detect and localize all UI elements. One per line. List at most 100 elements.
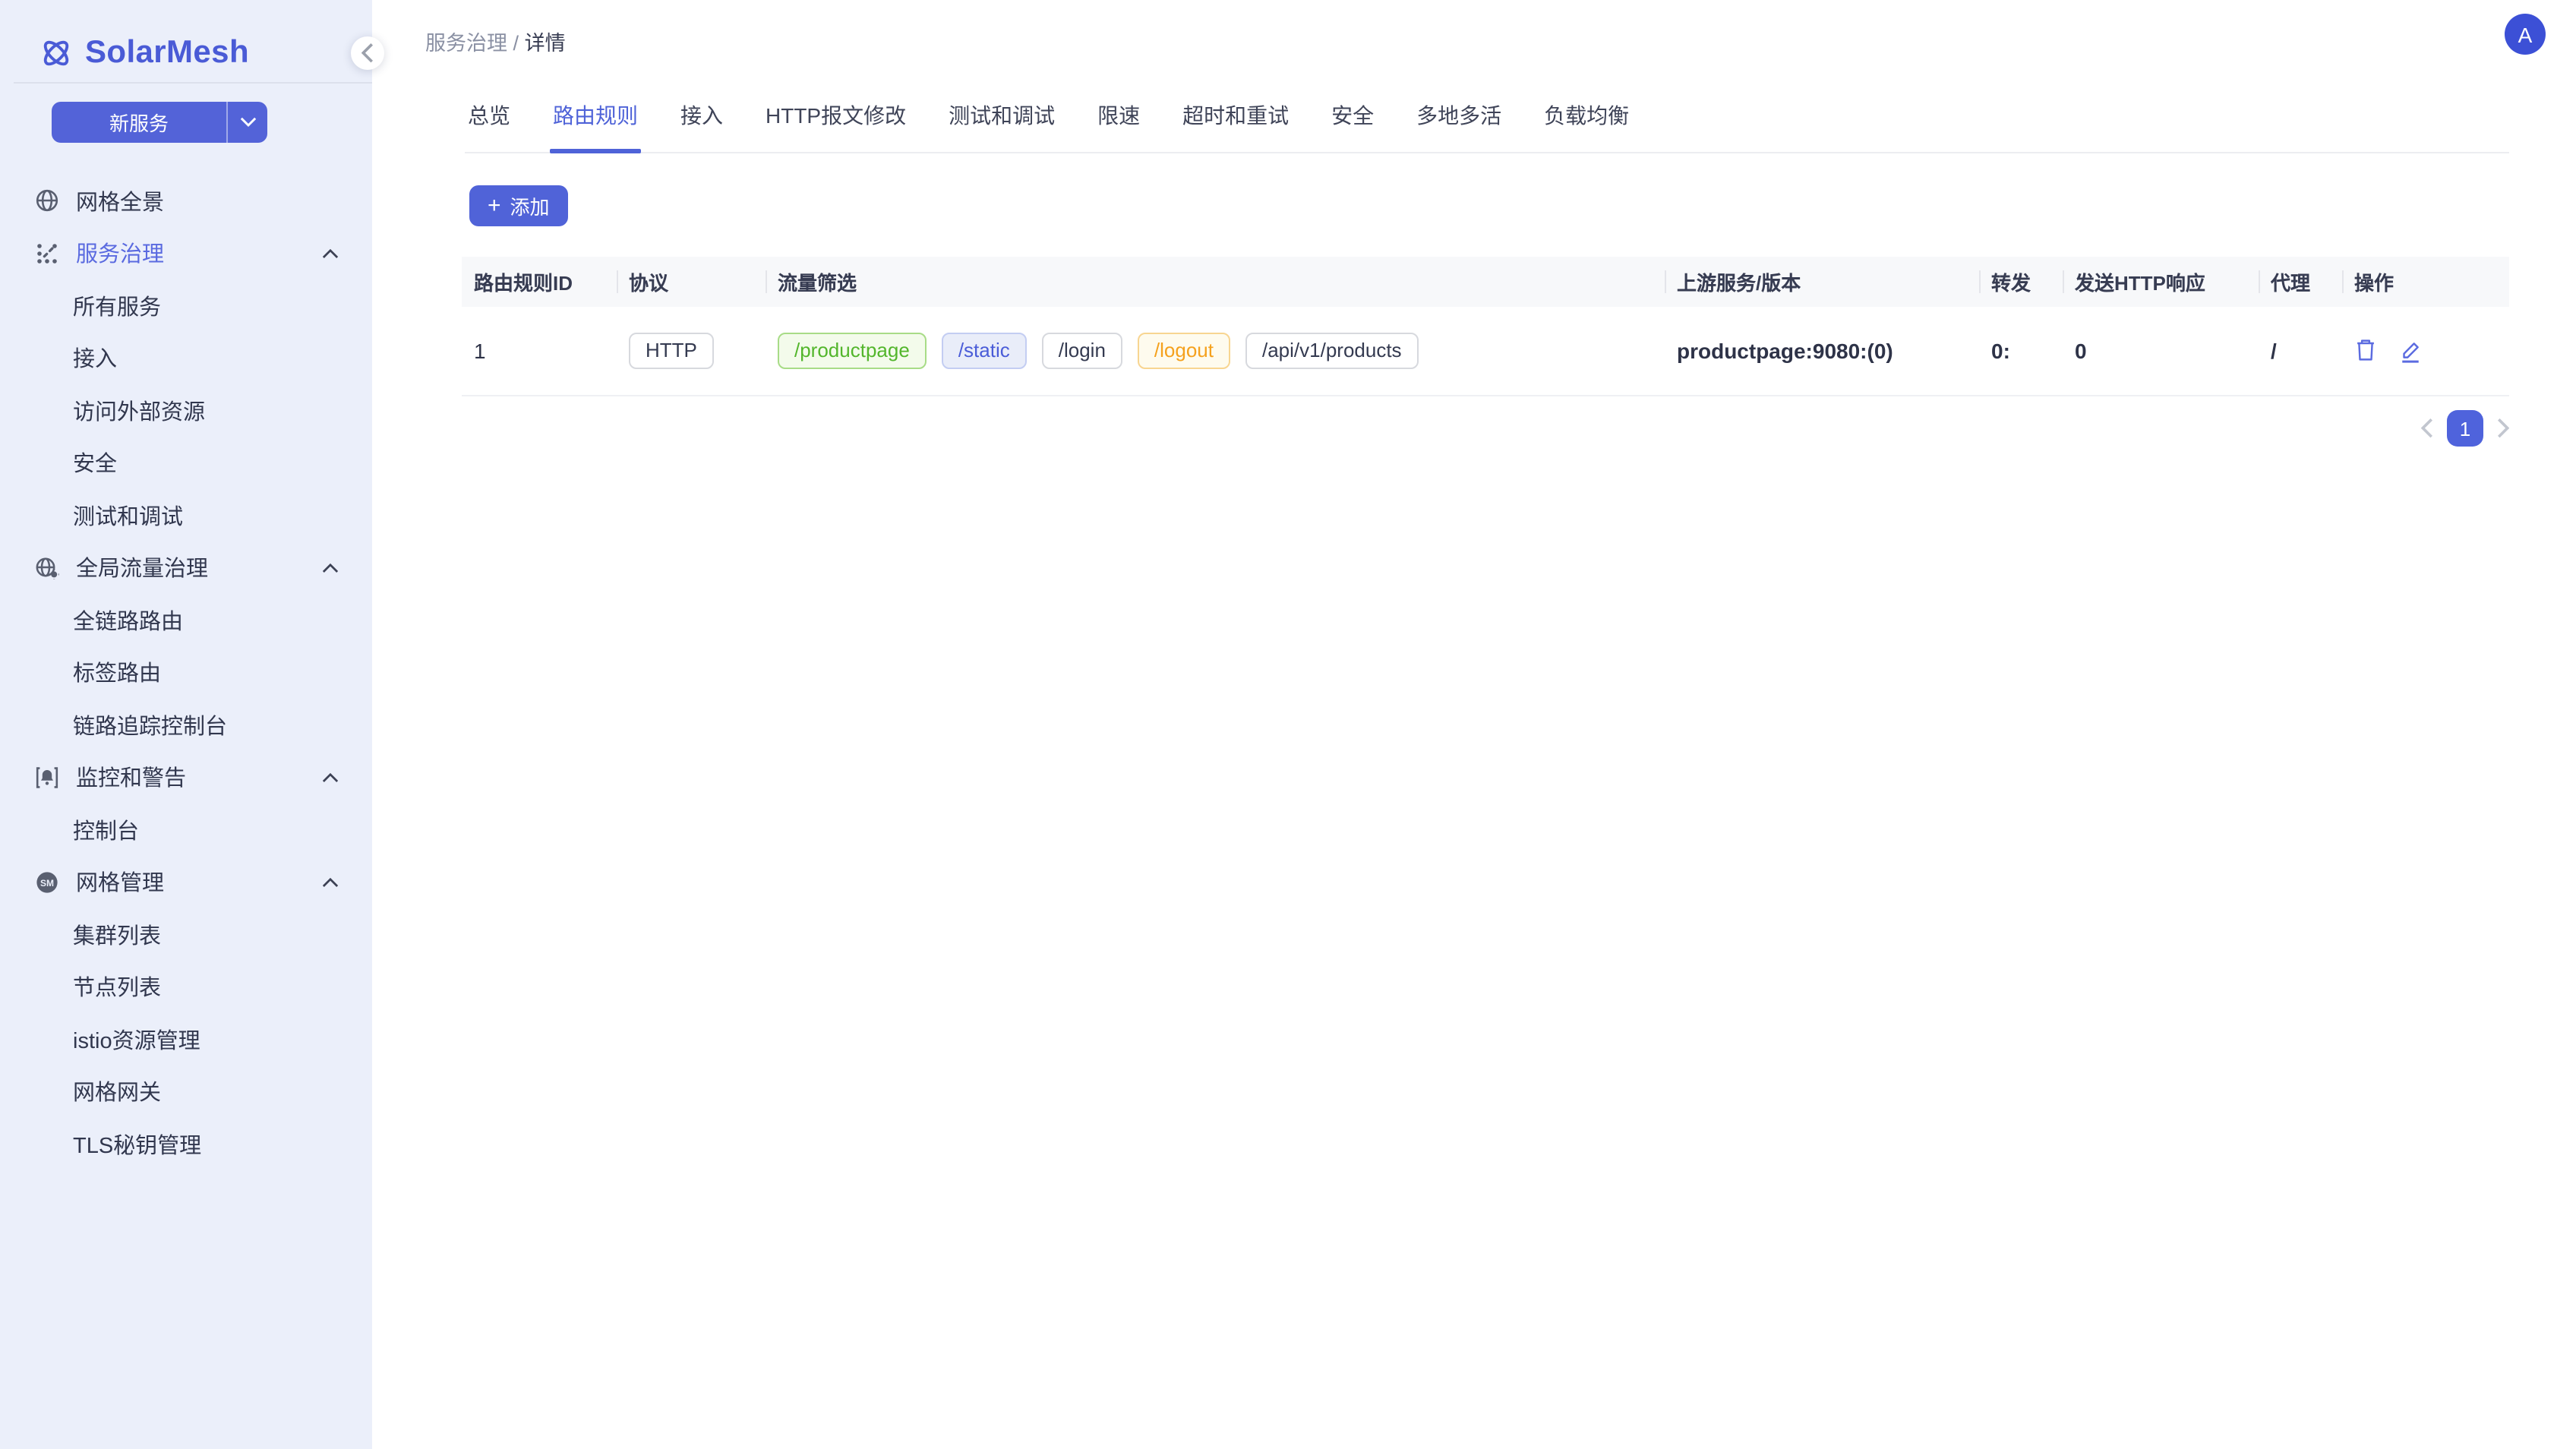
cell-rule-id: 1: [462, 307, 617, 395]
tab-test-debug[interactable]: 测试和调试: [945, 91, 1058, 152]
chevron-down-icon: [239, 118, 256, 128]
pagination: 1: [462, 410, 2509, 447]
sidebar-item-istio-resources[interactable]: istio资源管理: [0, 1013, 372, 1065]
tab-http-rewrite[interactable]: HTTP报文修改: [762, 91, 909, 152]
tab-load-balance[interactable]: 负载均衡: [1541, 91, 1632, 152]
sidebar-divider: [14, 82, 372, 84]
cell-proxy: /: [2259, 307, 2342, 395]
filter-tag: /static: [942, 333, 1027, 369]
filter-tag: /logout: [1138, 333, 1230, 369]
sidebar-item-label: 全局流量治理: [76, 552, 208, 584]
sidebar-item-service-governance[interactable]: 服务治理: [0, 227, 372, 279]
tab-rate-limit[interactable]: 限速: [1094, 91, 1143, 152]
global-traffic-icon: [33, 555, 59, 581]
sidebar-item-cluster-list[interactable]: 集群列表: [0, 908, 372, 961]
logo: SolarMesh: [0, 0, 372, 82]
delete-rule-button[interactable]: [2354, 338, 2377, 364]
tab-routing-rules[interactable]: 路由规则: [550, 91, 641, 152]
sidebar-item-label-routing[interactable]: 标签路由: [0, 646, 372, 699]
col-proxy: 代理: [2259, 257, 2342, 307]
breadcrumb-separator: /: [513, 32, 519, 55]
mesh-manage-icon: SM: [33, 870, 59, 895]
service-mesh-icon: [33, 241, 59, 267]
sidebar-item-label: 网格全景: [76, 185, 164, 217]
chevron-up-icon[interactable]: [322, 772, 339, 782]
sidebar-item-global-traffic[interactable]: 全局流量治理: [0, 541, 372, 594]
cell-traffic-filter: /productpage /static /login /logout /api…: [766, 307, 1665, 395]
tab-bar: 总览 路由规则 接入 HTTP报文修改 测试和调试 限速 超时和重试 安全 多地…: [465, 91, 2509, 153]
cell-http-response: 0: [2063, 307, 2259, 395]
solarmesh-logo-icon: [39, 36, 73, 70]
tab-access[interactable]: 接入: [677, 91, 726, 152]
add-rule-button[interactable]: + 添加: [469, 185, 568, 226]
chevron-left-icon: [361, 43, 374, 63]
filter-tag: /login: [1042, 333, 1122, 369]
sidebar-collapse-button[interactable]: [351, 36, 384, 70]
add-rule-label: 添加: [510, 191, 550, 220]
breadcrumb: 服务治理 / 详情: [425, 26, 566, 56]
globe-icon: [33, 188, 59, 214]
sidebar-item-mesh-management[interactable]: SM 网格管理: [0, 856, 372, 908]
col-actions: 操作: [2342, 257, 2509, 307]
sidebar-item-label: 服务治理: [76, 238, 164, 270]
col-forward: 转发: [1979, 257, 2063, 307]
cell-upstream: productpage:9080:(0): [1665, 307, 1979, 395]
tab-security[interactable]: 安全: [1328, 91, 1377, 152]
tab-overview[interactable]: 总览: [465, 91, 513, 152]
tab-multi-region[interactable]: 多地多活: [1413, 91, 1504, 152]
chevron-up-icon[interactable]: [322, 877, 339, 887]
protocol-tag: HTTP: [629, 333, 714, 369]
sidebar-item-test-debug[interactable]: 测试和调试: [0, 489, 372, 541]
main-content: 服务治理 / 详情 A 总览 路由规则 接入 HTTP报文修改 测试和调试 限速…: [372, 0, 2576, 1449]
cell-actions: [2342, 307, 2509, 395]
chevron-up-icon[interactable]: [322, 248, 339, 258]
routing-rules-table: 路由规则ID 协议 流量筛选 上游服务/版本 转发 发送HTTP响应 代理 操作…: [462, 257, 2509, 396]
breadcrumb-detail: 详情: [525, 32, 566, 55]
sidebar-item-tls-keys[interactable]: TLS秘钥管理: [0, 1118, 372, 1170]
col-upstream: 上游服务/版本: [1665, 257, 1979, 307]
chevron-up-icon[interactable]: [322, 563, 339, 573]
next-page-button[interactable]: [2497, 418, 2509, 438]
chevron-left-icon: [2421, 418, 2433, 438]
sidebar-item-monitor-alert[interactable]: 监控和警告: [0, 751, 372, 803]
sidebar-item-access[interactable]: 接入: [0, 332, 372, 384]
sidebar-item-label: 网格管理: [76, 867, 164, 898]
page-number[interactable]: 1: [2447, 410, 2483, 447]
col-http-response: 发送HTTP响应: [2063, 257, 2259, 307]
breadcrumb-service-governance[interactable]: 服务治理: [425, 32, 507, 55]
sidebar-item-full-link-routing[interactable]: 全链路路由: [0, 594, 372, 646]
sidebar-nav: 网格全景 服务治理 所有服务 接入 访问外部资源 安全: [0, 175, 372, 1170]
svg-text:SM: SM: [39, 877, 53, 888]
new-service-dropdown-button[interactable]: [228, 102, 267, 143]
table-header-row: 路由规则ID 协议 流量筛选 上游服务/版本 转发 发送HTTP响应 代理 操作: [462, 257, 2509, 307]
cell-forward: 0:: [1979, 307, 2063, 395]
sidebar-item-trace-console[interactable]: 链路追踪控制台: [0, 699, 372, 751]
plus-icon: +: [488, 194, 501, 217]
table-row: 1 HTTP /productpage /static /login /logo…: [462, 307, 2509, 395]
prev-page-button[interactable]: [2421, 418, 2433, 438]
sidebar-item-security[interactable]: 安全: [0, 437, 372, 489]
col-protocol: 协议: [617, 257, 766, 307]
sidebar-item-all-services[interactable]: 所有服务: [0, 279, 372, 332]
sidebar-item-node-list[interactable]: 节点列表: [0, 961, 372, 1013]
tab-timeout-retry[interactable]: 超时和重试: [1179, 91, 1292, 152]
edit-rule-button[interactable]: [2398, 339, 2423, 363]
app-title: SolarMesh: [85, 35, 249, 71]
edit-icon: [2398, 339, 2423, 363]
sidebar-item-external-resources[interactable]: 访问外部资源: [0, 384, 372, 437]
sidebar-item-mesh-overview[interactable]: 网格全景: [0, 175, 372, 227]
chevron-right-icon: [2497, 418, 2509, 438]
sidebar-item-mesh-gateway[interactable]: 网格网关: [0, 1065, 372, 1118]
sidebar-item-console[interactable]: 控制台: [0, 803, 372, 856]
col-rule-id: 路由规则ID: [462, 257, 617, 307]
cell-protocol: HTTP: [617, 307, 766, 395]
user-avatar[interactable]: A: [2505, 14, 2546, 55]
col-traffic-filter: 流量筛选: [766, 257, 1665, 307]
trash-icon: [2354, 338, 2377, 364]
new-service-button[interactable]: 新服务: [52, 102, 228, 143]
sidebar: SolarMesh 新服务 网格全景: [0, 0, 372, 1449]
filter-tag: /productpage: [778, 333, 927, 369]
sidebar-item-label: 监控和警告: [76, 762, 186, 794]
filter-tag: /api/v1/products: [1245, 333, 1419, 369]
new-service-split-button[interactable]: 新服务: [52, 102, 267, 143]
